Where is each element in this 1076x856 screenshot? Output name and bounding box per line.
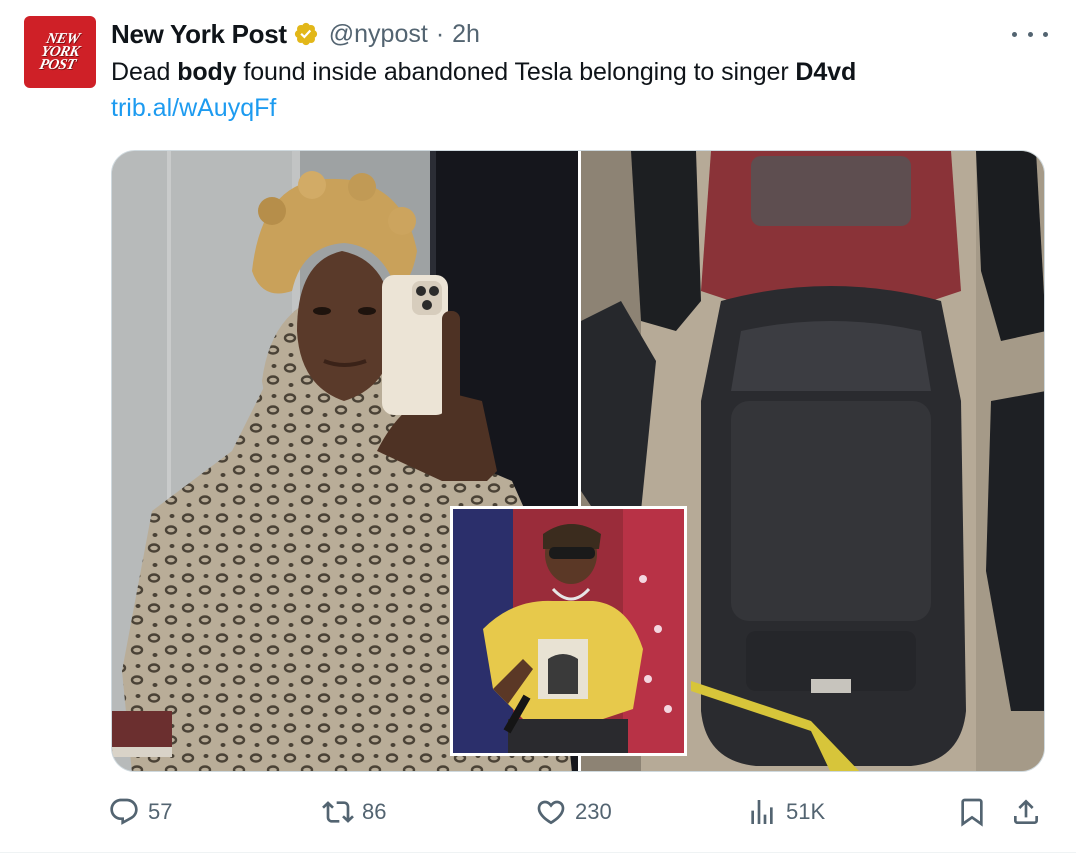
verified-badge-icon[interactable] <box>293 21 319 47</box>
tweet-link[interactable]: trib.al/wAuyqFf <box>111 94 276 123</box>
divider <box>0 852 1076 853</box>
like-icon <box>537 800 565 825</box>
avatar[interactable]: NEW YORK POST <box>24 16 96 88</box>
retweet-icon <box>322 801 354 823</box>
tweet-text-bold: D4vd <box>795 58 857 86</box>
reply-button[interactable]: 57 <box>108 790 172 834</box>
tweet-text-part: found inside abandoned Tesla belonging t… <box>236 58 796 86</box>
performer-inset-photo[interactable] <box>450 506 687 756</box>
media-container[interactable] <box>111 150 1045 772</box>
retweet-button[interactable]: 86 <box>322 790 386 834</box>
bookmark-button[interactable] <box>956 790 988 834</box>
tweet-text-bold: body <box>177 58 237 86</box>
reply-icon <box>110 798 138 825</box>
views-icon <box>751 800 773 824</box>
share-icon <box>1014 799 1038 824</box>
like-count: 230 <box>575 799 612 824</box>
reply-count: 57 <box>148 799 173 824</box>
more-icon[interactable] <box>1012 22 1048 46</box>
nypost-logo: NEW YORK POST <box>37 30 81 73</box>
action-bar: 57 86 230 51K <box>0 790 1076 834</box>
tweet-text: Dead body found inside abandoned Tesla b… <box>111 58 856 87</box>
share-button[interactable] <box>1010 790 1042 834</box>
separator: · <box>435 19 445 48</box>
bookmark-icon <box>961 798 983 827</box>
tweet-header: New York Post @nypost · 2h <box>111 18 480 50</box>
views-count: 51K <box>786 799 826 824</box>
performer-image <box>453 509 684 753</box>
like-button[interactable]: 230 <box>535 790 612 834</box>
timestamp[interactable]: 2h <box>452 20 480 49</box>
handle[interactable]: @nypost <box>329 20 428 49</box>
display-name[interactable]: New York Post <box>111 19 287 50</box>
retweet-count: 86 <box>362 799 387 824</box>
tweet-text-part: Dead <box>111 58 178 86</box>
tweet[interactable]: NEW YORK POST New York Post @nypost · 2h… <box>0 0 1076 856</box>
views-button[interactable]: 51K <box>746 790 825 834</box>
